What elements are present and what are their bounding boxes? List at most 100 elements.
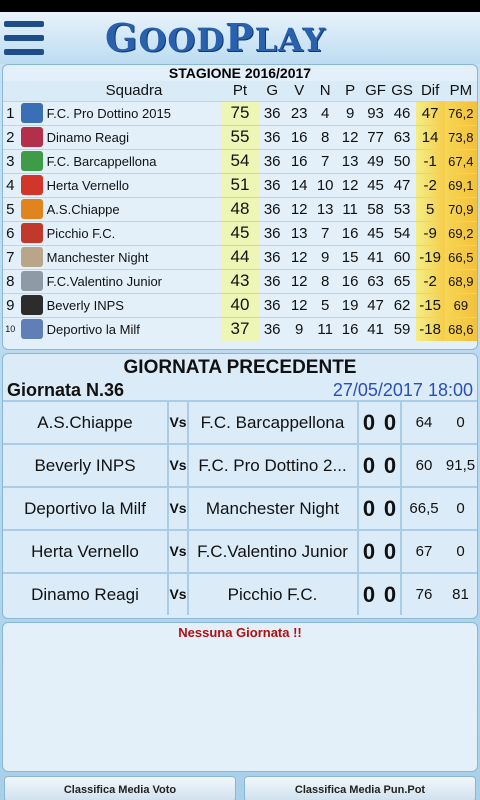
points-cell: 37	[221, 316, 259, 341]
team-name: Beverly INPS	[46, 292, 222, 317]
draws-cell: 13	[312, 196, 338, 221]
draws-cell: 7	[312, 220, 338, 245]
col-gf[interactable]: GF	[362, 81, 389, 101]
team-name: A.S.Chiappe	[46, 196, 222, 221]
rank-cell: 2	[3, 124, 18, 149]
played-cell: 36	[258, 268, 286, 293]
round-label: Giornata N.36	[7, 380, 125, 400]
standings-row[interactable]: 10 Deportivo la Milf 37 36 9 11 16 41 59 -18 68,6	[3, 316, 477, 341]
wins-cell: 16	[285, 148, 313, 173]
team-logo-cell	[17, 316, 47, 341]
avg-points-cell: 69,1	[444, 172, 477, 197]
avg-points-cell: 69	[444, 292, 477, 317]
avg-points-cell: 70,9	[444, 196, 477, 221]
losses-cell: 16	[337, 316, 363, 341]
wins-cell: 14	[285, 172, 313, 197]
wins-cell: 23	[285, 100, 313, 125]
played-cell: 36	[258, 220, 286, 245]
goals-against-cell: 53	[388, 196, 416, 221]
standings-row[interactable]: 1 F.C. Pro Dottino 2015 75 36 23 4 9 93 46 47 76,2	[3, 100, 477, 125]
col-g[interactable]: G	[258, 81, 286, 101]
draws-cell: 4	[312, 100, 338, 125]
col-pm[interactable]: PM	[444, 81, 477, 101]
match-row[interactable]: Dinamo Reagi Vs Picchio F.C. 0 0 76 81	[3, 572, 477, 615]
away-points: 81	[452, 586, 469, 603]
rank-cell: 6	[3, 220, 18, 245]
goal-diff-cell: -19	[415, 244, 445, 269]
points-cell: 75	[221, 100, 259, 125]
col-pt[interactable]: Pt	[221, 81, 259, 101]
avg-points-cell: 67,4	[444, 148, 477, 173]
team-name: Deportivo la Milf	[46, 316, 222, 341]
losses-cell: 9	[337, 100, 363, 125]
goal-diff-cell: 47	[415, 100, 445, 125]
goals-for-cell: 41	[362, 316, 389, 341]
match-row[interactable]: A.S.Chiappe Vs F.C. Barcappellona 0 0 64 0	[3, 400, 477, 443]
home-team: Herta Vernello	[31, 542, 139, 561]
goal-diff-cell: -9	[415, 220, 445, 245]
avg-points-cell: 76,2	[444, 100, 477, 125]
team-logo-cell	[17, 292, 47, 317]
standings-row[interactable]: 7 Manchester Night 44 36 12 9 15 41 60 -19 66,5	[3, 244, 477, 269]
media-pun-button[interactable]: Classifica Media Pun.Pot	[244, 776, 476, 800]
vs-label: Vs	[167, 402, 189, 443]
standings-row[interactable]: 4 Herta Vernello 51 36 14 10 12 45 47 -2 69,1	[3, 172, 477, 197]
team-logo-cell	[17, 196, 47, 221]
away-points: 0	[456, 543, 465, 560]
rank-cell: 5	[3, 196, 18, 221]
match-row[interactable]: Deportivo la Milf Vs Manchester Night 0 0 66,…	[3, 486, 477, 529]
team-logo-icon	[21, 295, 44, 315]
app-logo: GOODPLAY	[105, 15, 327, 60]
played-cell: 36	[258, 172, 286, 197]
losses-cell: 11	[337, 196, 363, 221]
col-gs[interactable]: GS	[388, 81, 416, 101]
goal-diff-cell: -1	[415, 148, 445, 173]
goals-for-cell: 45	[362, 220, 389, 245]
rank-cell: 4	[3, 172, 18, 197]
home-points: 76	[415, 586, 433, 603]
team-name: Picchio F.C.	[46, 220, 222, 245]
menu-icon[interactable]	[3, 17, 45, 59]
team-name: Herta Vernello	[46, 172, 222, 197]
wins-cell: 12	[285, 196, 313, 221]
losses-cell: 16	[337, 268, 363, 293]
col-p[interactable]: P	[337, 81, 363, 101]
away-goals: 0	[380, 531, 402, 572]
team-logo-icon	[21, 271, 44, 291]
team-name: F.C. Pro Dottino 2015	[46, 100, 222, 125]
standings-row[interactable]: 3 F.C. Barcappellona 54 36 16 7 13 49 50 -1 67,4	[3, 148, 477, 173]
home-points: 60	[415, 457, 433, 474]
standings-row[interactable]: 9 Beverly INPS 40 36 12 5 19 47 62 -15 69	[3, 292, 477, 317]
away-goals: 0	[380, 488, 402, 529]
goals-for-cell: 93	[362, 100, 389, 125]
goals-for-cell: 41	[362, 244, 389, 269]
home-goals: 0	[357, 488, 379, 529]
col-v[interactable]: V	[285, 81, 313, 101]
match-row[interactable]: Herta Vernello Vs F.C.Valentino Junior 0 0 67…	[3, 529, 477, 572]
no-round-message: Nessuna Giornata !!	[178, 625, 302, 640]
standings-row[interactable]: 2 Dinamo Reagi 55 36 16 8 12 77 63 14 73,8	[3, 124, 477, 149]
standings-row[interactable]: 8 F.C.Valentino Junior 43 36 12 8 16 63 65 -2 68,9	[3, 268, 477, 293]
vs-label: Vs	[167, 531, 189, 572]
away-team: Manchester Night	[205, 499, 340, 518]
losses-cell: 19	[337, 292, 363, 317]
media-voto-button[interactable]: Classifica Media Voto	[4, 776, 236, 800]
match-row[interactable]: Beverly INPS Vs F.C. Pro Dottino 2... 0 0 60 9…	[3, 443, 477, 486]
vs-label: Vs	[167, 574, 189, 615]
standings-panel: STAGIONE 2016/2017 Squadra Pt G V N P GF…	[2, 64, 478, 350]
col-squadra[interactable]: Squadra	[46, 81, 222, 101]
season-title: STAGIONE 2016/2017	[168, 65, 312, 81]
goal-diff-cell: 14	[415, 124, 445, 149]
col-dif[interactable]: Dif	[415, 81, 445, 101]
standings-row[interactable]: 5 A.S.Chiappe 48 36 12 13 11 58 53 5 70,9	[3, 196, 477, 221]
standings-row[interactable]: 6 Picchio F.C. 45 36 13 7 16 45 54 -9 69,2	[3, 220, 477, 245]
col-n[interactable]: N	[312, 81, 338, 101]
away-goals: 0	[380, 574, 402, 615]
previous-round-panel: GIORNATA PRECEDENTE Giornata N.36 27/05/…	[2, 353, 478, 619]
goal-diff-cell: -2	[415, 268, 445, 293]
played-cell: 36	[258, 292, 286, 317]
avg-points-cell: 66,5	[444, 244, 477, 269]
played-cell: 36	[258, 148, 286, 173]
team-name: Manchester Night	[46, 244, 222, 269]
goal-diff-cell: 5	[415, 196, 445, 221]
